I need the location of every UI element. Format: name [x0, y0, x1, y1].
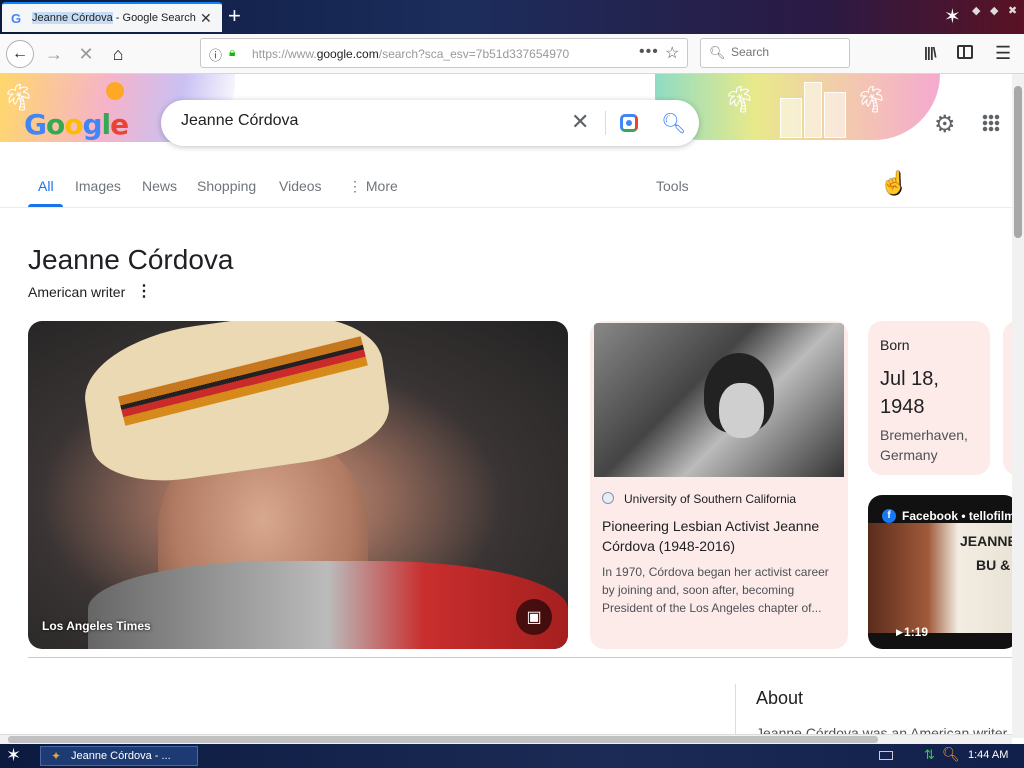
- search-tray-icon[interactable]: 🔍︎: [942, 746, 960, 763]
- born-place: Bremerhaven, Germany: [880, 427, 968, 463]
- forward-button[interactable]: →: [40, 40, 68, 68]
- bookmark-star-icon[interactable]: ☆: [665, 43, 679, 63]
- tab-videos[interactable]: Videos: [279, 178, 322, 194]
- tab-close-icon[interactable]: ✕: [200, 10, 212, 27]
- tab-title: Jeanne Córdova - Google Search: [32, 12, 196, 24]
- search-submit-icon[interactable]: 🔍︎: [661, 111, 686, 136]
- taskbar-item-label: Jeanne Córdova - ...: [71, 750, 171, 762]
- window-minimize-icon[interactable]: ◆: [972, 4, 980, 17]
- taskbar-item-browser[interactable]: ✦ Jeanne Córdova - ...: [40, 746, 198, 766]
- url-text[interactable]: https://www.google.com/search?sca_esv=7b…: [252, 47, 592, 61]
- article-photo: [594, 323, 844, 477]
- stop-button[interactable]: ✕: [72, 40, 100, 68]
- lock-icon: 🔒︎: [229, 45, 236, 59]
- hand-cursor-icon: ☝: [880, 170, 908, 195]
- palm-tree-icon: 🌴︎: [723, 84, 757, 114]
- forward-arrow-icon: →: [45, 43, 63, 64]
- site-favicon-icon: [602, 492, 614, 504]
- clear-search-icon[interactable]: ✕: [571, 109, 589, 135]
- taskbar-clock[interactable]: 1:44 AM: [968, 749, 1008, 761]
- browser-nav-bar: ← → ✕ ⌂ ⓘ 🔒︎ https://www.google.com/sear…: [0, 34, 1024, 74]
- browser-tab-bar: G Jeanne Córdova - Google Search ✕ + ✶ ◆…: [0, 0, 1024, 34]
- sun-icon: [106, 82, 124, 100]
- stop-icon: ✕: [78, 43, 94, 64]
- tab-images[interactable]: Images: [75, 178, 121, 194]
- browser-search-input[interactable]: [731, 45, 841, 59]
- video-thumbnail: JEANNE BU & I: [868, 523, 1012, 633]
- tools-button[interactable]: Tools: [656, 178, 689, 194]
- born-label: Born: [880, 337, 910, 353]
- section-divider: [28, 657, 1012, 658]
- video-source: Facebook • tellofilms: [902, 509, 1012, 523]
- window-close-icon[interactable]: ✖: [1008, 4, 1017, 17]
- tab-shopping[interactable]: Shopping: [197, 178, 256, 194]
- library-icon[interactable]: |||\: [924, 44, 937, 60]
- search-divider: [605, 111, 606, 135]
- born-date: Jul 18, 1948: [880, 368, 939, 418]
- search-tabs: All Images News Shopping Videos ⋮ More T…: [0, 170, 1012, 208]
- google-favicon-icon: G: [11, 11, 22, 26]
- home-button[interactable]: ⌂: [104, 40, 132, 68]
- keyboard-tray-icon[interactable]: [879, 751, 893, 760]
- back-arrow-icon: ←: [12, 45, 28, 62]
- browser-app-icon: ✦: [51, 749, 62, 763]
- new-tab-icon[interactable]: +: [228, 3, 241, 29]
- page-actions-icon[interactable]: •••: [639, 43, 659, 61]
- vertical-scrollbar[interactable]: [1012, 74, 1024, 738]
- knowledge-panel-subtitle: American writer: [28, 284, 126, 300]
- site-info-icon[interactable]: ⓘ: [209, 45, 222, 64]
- window-star-icon: ✶: [944, 6, 961, 28]
- facebook-icon: f: [882, 509, 896, 523]
- more-vertical-icon: ⋮: [348, 178, 366, 194]
- window-maximize-icon[interactable]: ◆: [990, 4, 998, 17]
- active-tab-indicator: [28, 204, 63, 207]
- about-column-divider: [735, 684, 736, 738]
- url-bar[interactable]: ⓘ 🔒︎ https://www.google.com/search?sca_e…: [200, 38, 688, 68]
- horizontal-scroll-thumb[interactable]: [8, 736, 878, 743]
- settings-gear-icon[interactable]: ⚙: [934, 110, 956, 139]
- image-search-icon[interactable]: ▣: [516, 599, 552, 635]
- back-button[interactable]: ←: [6, 40, 34, 68]
- google-search-box[interactable]: ✕ 🔍︎: [161, 100, 699, 146]
- video-duration: 1:19: [904, 625, 929, 639]
- sidebar-toggle-icon[interactable]: [957, 45, 973, 59]
- google-lens-icon[interactable]: [620, 114, 638, 132]
- tab-all[interactable]: All: [38, 178, 54, 194]
- article-source: University of Southern California: [624, 492, 797, 506]
- article-snippet: In 1970, Córdova began her activist care…: [602, 565, 829, 615]
- thumbnail-text: BU & I: [976, 557, 1012, 573]
- network-tray-icon[interactable]: ⇅: [924, 747, 935, 763]
- start-menu-icon[interactable]: ✶: [6, 745, 21, 766]
- about-heading: About: [756, 688, 804, 708]
- browser-search-box[interactable]: 🔍︎: [700, 38, 850, 68]
- born-card[interactable]: Born Jul 18, 1948 Bremerhaven, Germany: [868, 321, 990, 475]
- home-icon: ⌂: [112, 43, 124, 64]
- photo-source-label: Los Angeles Times: [42, 619, 151, 633]
- more-options-icon[interactable]: ⋮: [136, 281, 152, 301]
- tab-more[interactable]: ⋮ More: [348, 178, 398, 195]
- photo-jacket: [88, 561, 568, 649]
- vertical-scroll-thumb[interactable]: [1014, 86, 1022, 238]
- next-card-peek[interactable]: [1003, 321, 1012, 475]
- google-search-input[interactable]: [181, 112, 561, 130]
- article-card[interactable]: University of Southern California Pionee…: [590, 321, 848, 649]
- city-buildings-illustration: [780, 82, 850, 138]
- google-doodle-logo[interactable]: Google: [24, 108, 129, 141]
- article-headline[interactable]: Pioneering Lesbian Activist Jeanne Córdo…: [602, 516, 838, 556]
- knowledge-panel-title: Jeanne Córdova: [28, 244, 234, 275]
- main-photo[interactable]: Los Angeles Times ▣: [28, 321, 568, 649]
- tab-news[interactable]: News: [142, 178, 177, 194]
- palm-tree-icon: 🌴︎: [855, 84, 889, 114]
- google-apps-icon[interactable]: [982, 114, 1000, 132]
- thumbnail-text: JEANNE: [960, 533, 1012, 549]
- horizontal-scrollbar[interactable]: [0, 734, 1012, 744]
- browser-tab-google-search[interactable]: G Jeanne Córdova - Google Search ✕: [2, 2, 222, 32]
- os-taskbar: ✶ ✦ Jeanne Córdova - ... ⇅ 🔍︎ 1:44 AM: [0, 744, 1024, 768]
- hamburger-menu-icon[interactable]: ☰: [995, 43, 1011, 64]
- search-icon: 🔍︎: [709, 45, 726, 60]
- video-card[interactable]: JEANNE BU & I f Facebook • tellofilms ▶ …: [868, 495, 1012, 649]
- page-content: 🌴︎ Google 🌴︎ 🌴︎ ✕ 🔍︎ ⚙ All Images News S…: [0, 74, 1012, 738]
